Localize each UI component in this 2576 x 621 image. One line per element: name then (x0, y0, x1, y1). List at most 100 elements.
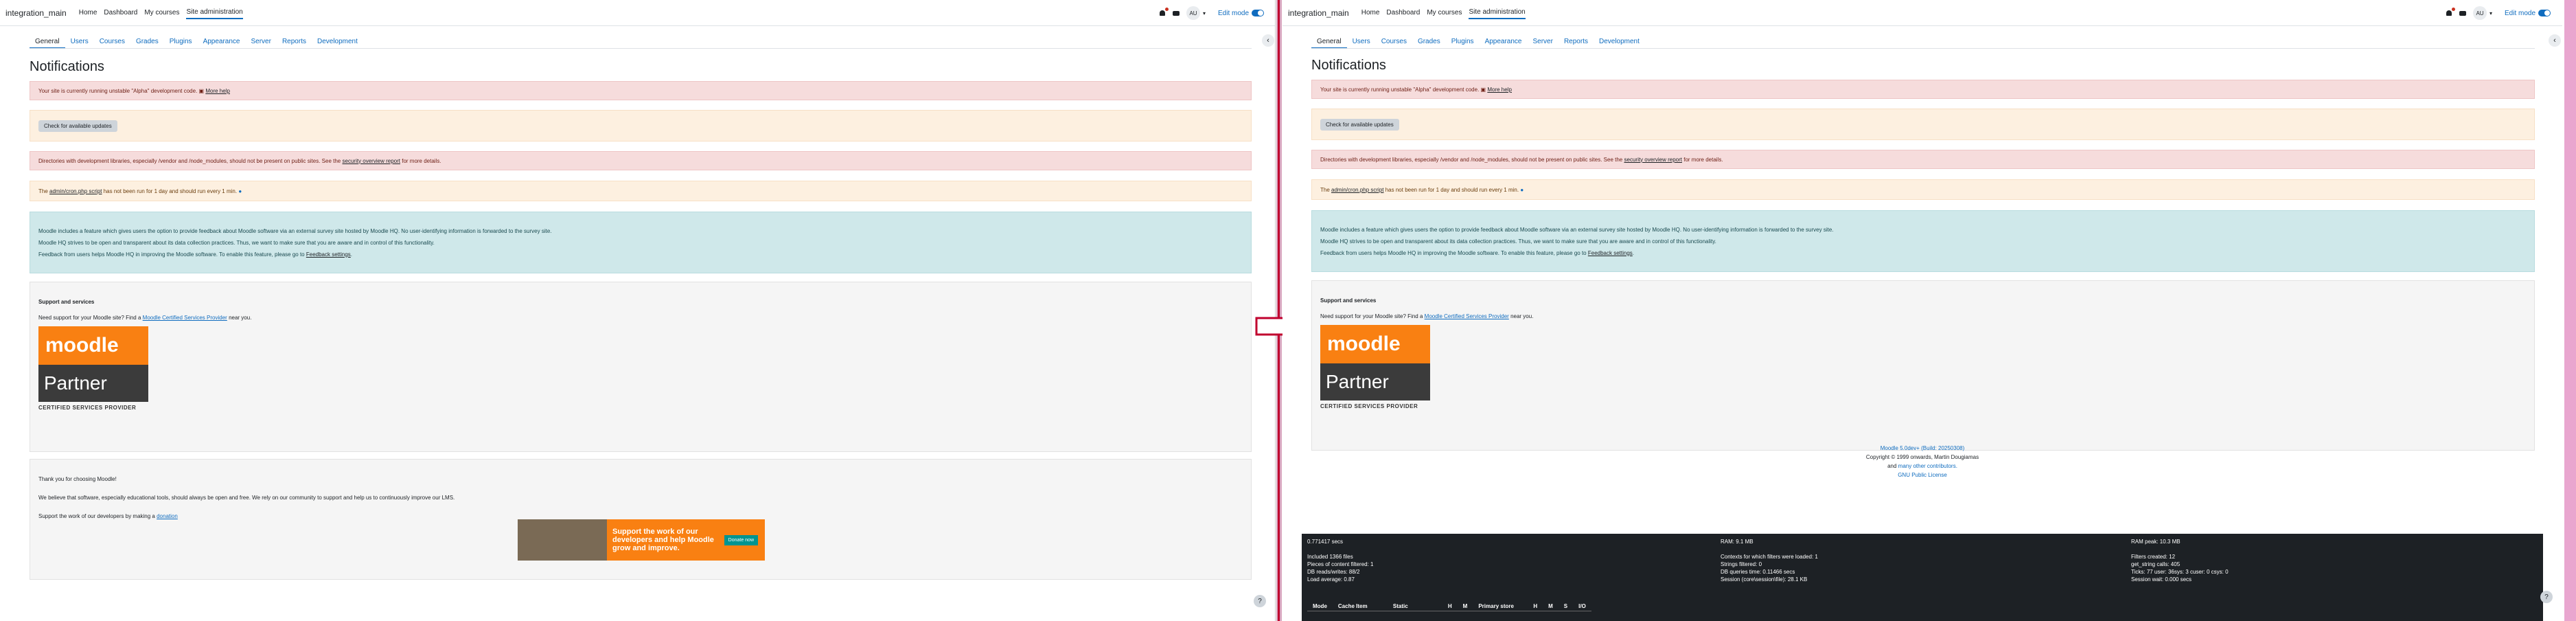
perf-strings: Strings filtered: 0 (1721, 561, 1762, 567)
nav-dashboard[interactable]: Dashboard (1386, 7, 1420, 19)
logo-partner-text: Partner (38, 365, 148, 402)
col-h2: H (1528, 602, 1543, 611)
feedback-p3: Feedback from users helps Moodle HQ in i… (1320, 250, 1634, 256)
nav-home[interactable]: Home (79, 7, 97, 19)
site-name[interactable]: integration_main (5, 8, 67, 18)
more-help-link[interactable]: More help (205, 88, 230, 94)
donate-now-button[interactable]: Donate now (724, 534, 758, 545)
feedback-settings-link[interactable]: Feedback settings (306, 251, 351, 258)
cache-table: Mode Cache Item Static H M Primary store… (1307, 602, 1591, 611)
bell-icon[interactable] (2446, 8, 2455, 16)
message-icon[interactable] (1173, 10, 1180, 16)
nav-home[interactable]: Home (1361, 7, 1380, 19)
nav-site-administration[interactable]: Site administration (186, 6, 243, 19)
feedback-p1: Moodle includes a feature which gives us… (1320, 226, 1834, 233)
drawer-toggle-button[interactable]: ‹ (2549, 34, 2561, 47)
contributors-pre: and (1887, 463, 1897, 469)
tab-users[interactable]: Users (65, 36, 94, 49)
performance-info: 0.771417 secs Included 1366 files Pieces… (1302, 534, 2543, 621)
tab-courses[interactable]: Courses (94, 36, 130, 49)
top-navbar: integration_main Home Dashboard My cours… (1283, 0, 2562, 26)
help-question-button[interactable]: ? (1254, 595, 1266, 607)
certified-provider-link[interactable]: Moodle Certified Services Provider (143, 315, 227, 321)
info-icon[interactable]: ● (1520, 187, 1523, 193)
admin-tabs: General Users Courses Grades Plugins App… (30, 36, 363, 49)
tab-grades[interactable]: Grades (130, 36, 164, 49)
moodle-version-link[interactable]: Moodle 5.0dev+ (Build: 20250308) (1283, 444, 2562, 453)
donation-link[interactable]: donation (157, 513, 178, 519)
avatar[interactable]: AU (2473, 6, 2487, 20)
col-mode: Mode (1307, 602, 1333, 611)
site-name[interactable]: integration_main (1288, 8, 1349, 18)
notification-badge (1165, 8, 1169, 11)
tab-appearance[interactable]: Appearance (1480, 36, 1528, 49)
tab-plugins[interactable]: Plugins (1446, 36, 1480, 49)
help-question-button[interactable]: ? (2540, 591, 2553, 603)
edit-mode-label: Edit mode (1218, 9, 1250, 17)
tab-server[interactable]: Server (246, 36, 277, 49)
cron-script-link[interactable]: admin/cron.php script (1331, 187, 1383, 193)
edit-mode-label: Edit mode (2505, 9, 2536, 17)
perf-contexts: Contexts for which filters were loaded: … (1721, 554, 1818, 560)
perf-ram-peak: RAM peak: 10.3 MB (2131, 539, 2181, 545)
devlibs-post-text: for more details. (1683, 156, 1723, 163)
alpha-alert-text: Your site is currently running unstable … (38, 87, 198, 94)
check-updates-button[interactable]: Check for available updates (1320, 118, 1399, 131)
tab-appearance[interactable]: Appearance (198, 36, 246, 49)
cron-text: has not been run for 1 day and should ru… (103, 188, 238, 194)
contributors-link[interactable]: many other contributors. (1898, 463, 1957, 469)
nav-my-courses[interactable]: My courses (144, 7, 179, 19)
info-icon[interactable]: ● (238, 188, 242, 194)
feedback-settings-link[interactable]: Feedback settings (1588, 250, 1633, 256)
perf-load: Load average: 0.87 (1307, 576, 1355, 583)
thanks-p1: Thank you for choosing Moodle! (38, 476, 117, 482)
tab-reports[interactable]: Reports (277, 36, 312, 49)
tab-reports[interactable]: Reports (1559, 36, 1594, 49)
cron-alert: The admin/cron.php script has not been r… (1311, 179, 2535, 200)
tab-development[interactable]: Development (1594, 36, 1645, 49)
perf-dbtime: DB queries time: 0.11466 secs (1721, 569, 1795, 575)
tab-server[interactable]: Server (1528, 36, 1559, 49)
edit-mode-toggle[interactable] (2538, 10, 2551, 16)
moodle-partner-logo[interactable]: moodle Partner (38, 326, 148, 402)
support-text: Need support for your Moodle site? Find … (38, 315, 251, 321)
drawer-toggle-button[interactable]: ‹ (1262, 34, 1274, 47)
alpha-alert-text: Your site is currently running unstable … (1320, 86, 1480, 93)
tab-courses[interactable]: Courses (1376, 36, 1412, 49)
chevron-down-icon[interactable]: ▾ (1203, 10, 1206, 16)
nav-dashboard[interactable]: Dashboard (104, 7, 137, 19)
feedback-p3-end: . (350, 251, 353, 258)
tab-grades[interactable]: Grades (1412, 36, 1446, 49)
security-report-link[interactable]: security overview report (1624, 157, 1682, 163)
chevron-down-icon[interactable]: ▾ (2489, 10, 2492, 16)
support-heading: Support and services (38, 299, 95, 305)
more-help-link[interactable]: More help (1487, 87, 1512, 93)
support-heading: Support and services (1320, 297, 1377, 304)
devlibs-alert: Directories with development libraries, … (1311, 150, 2535, 169)
feedback-p3-text: Feedback from users helps Moodle HQ in i… (1320, 249, 1587, 256)
nav-my-courses[interactable]: My courses (1427, 7, 1462, 19)
avatar[interactable]: AU (1186, 6, 1200, 20)
tab-plugins[interactable]: Plugins (164, 36, 198, 49)
perf-column-2: RAM: 9.1 MB Contexts for which filters w… (1721, 538, 1818, 583)
tab-users[interactable]: Users (1347, 36, 1376, 49)
tab-development[interactable]: Development (312, 36, 363, 49)
perf-db: DB reads/writes: 88/2 (1307, 569, 1360, 575)
col-cache-item: Cache Item (1332, 602, 1388, 611)
bell-icon[interactable] (1159, 8, 1169, 16)
donate-banner[interactable]: Support the work of our developers and h… (518, 519, 765, 561)
check-updates-button[interactable]: Check for available updates (38, 120, 117, 132)
security-report-link[interactable]: security overview report (343, 158, 400, 164)
message-icon[interactable] (2459, 10, 2466, 16)
certified-label: CERTIFIED SERVICES PROVIDER (38, 405, 137, 411)
devlibs-text: Directories with development libraries, … (1320, 156, 1623, 163)
tab-general[interactable]: General (1311, 36, 1347, 49)
cron-script-link[interactable]: admin/cron.php script (49, 188, 102, 194)
license-link[interactable]: GNU Public License (1283, 471, 2562, 479)
tab-general[interactable]: General (30, 36, 65, 49)
certified-provider-link[interactable]: Moodle Certified Services Provider (1425, 313, 1509, 319)
edit-mode-toggle[interactable] (1252, 10, 1265, 16)
nav-site-administration[interactable]: Site administration (1469, 6, 1526, 19)
moodle-partner-logo[interactable]: moodle Partner (1320, 325, 1430, 400)
perf-session: Session (core\session\file): 28.1 KB (1721, 576, 1808, 583)
